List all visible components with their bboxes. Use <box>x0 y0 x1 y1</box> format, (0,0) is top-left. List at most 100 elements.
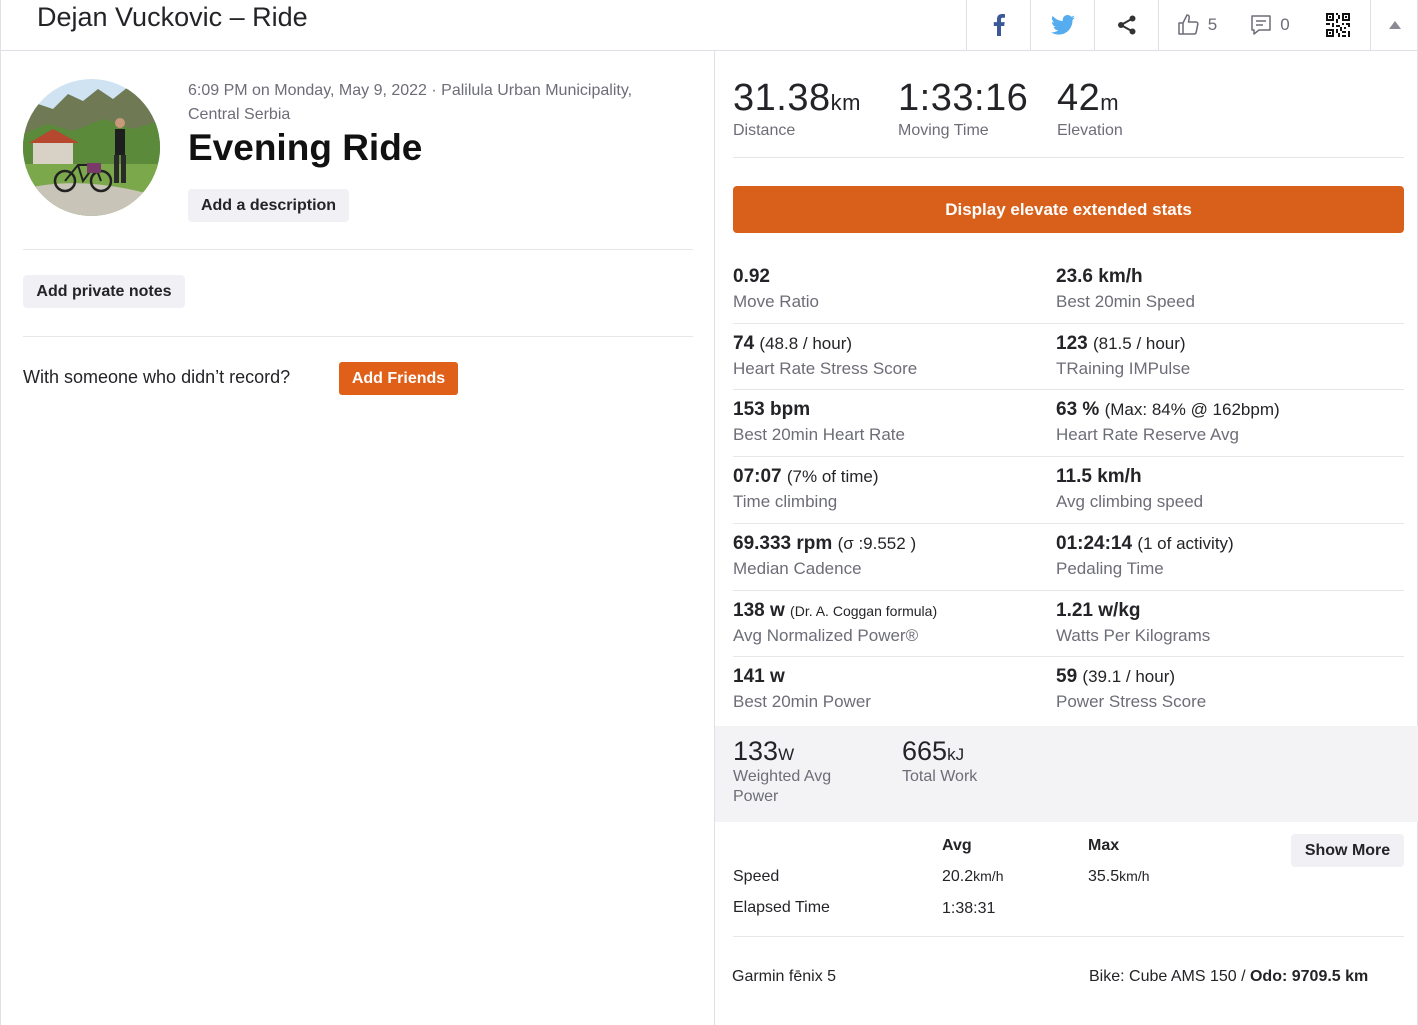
stat-weighted-avg-power: 133W Weighted Avg Power <box>733 736 831 807</box>
odo-label: Odo: <box>1249 968 1288 985</box>
kudos-button[interactable]: 5 <box>1158 0 1234 50</box>
power-stats-panel: 133W Weighted Avg Power 665kJ Total Work <box>715 726 1418 822</box>
add-private-notes-button[interactable]: Add private notes <box>23 275 185 308</box>
activity-title[interactable]: Evening Ride <box>188 127 422 169</box>
page-title: Dejan Vuckovic – Ride <box>37 2 308 32</box>
speed-avg: 20.2km/h <box>942 868 1003 886</box>
stat-value: 141 w <box>733 666 785 688</box>
divider <box>733 589 1404 591</box>
avatar-photo <box>23 79 160 216</box>
extended-stat: 11.5 km/h Avg climbing speed <box>1056 466 1386 512</box>
stat-label: Watts Per Kilograms <box>1056 625 1211 645</box>
stat-label: Move Ratio <box>733 292 819 311</box>
stat-value: 63 % <box>1056 399 1100 421</box>
stat-value: 31.38 <box>733 77 831 119</box>
stat-value: 665 <box>902 736 948 766</box>
stat-moving-time: 1:33:16 Moving Time <box>898 77 1028 140</box>
column-header-avg: Avg <box>942 837 972 854</box>
stat-unit: W <box>778 745 795 764</box>
stat-extra: (Max: 84% @ 162bpm) <box>1104 400 1280 420</box>
stat-value: 74 <box>733 332 755 354</box>
extended-stat: 59 (39.1 / hour) Power Stress Score <box>1056 666 1386 712</box>
stat-label: TRaining IMPulse <box>1056 358 1191 378</box>
divider <box>23 249 693 250</box>
activity-summary-panel: 6:09 PM on Monday, May 9, 2022 · Palilul… <box>0 51 715 1025</box>
stat-extra: (7% of time) <box>786 467 879 487</box>
qr-code-icon <box>1326 13 1350 37</box>
stat-distance: 31.38km Distance <box>733 77 861 140</box>
stat-label: Time climbing <box>733 492 838 512</box>
stat-label: Total Work <box>902 768 978 785</box>
divider <box>733 522 1404 524</box>
extended-stat: 123 (81.5 / hour) TRaining IMPulse <box>1056 333 1386 379</box>
extended-stat: 1.21 w/kg Watts Per Kilograms <box>1056 600 1386 646</box>
stat-label: Best 20min Power <box>733 692 871 712</box>
stat-unit: kJ <box>947 745 965 764</box>
facebook-share-button[interactable] <box>966 0 1030 50</box>
page-header: Dejan Vuckovic – Ride 5 0 <box>0 0 1418 51</box>
caret-up-icon <box>1388 21 1401 29</box>
comments-button[interactable]: 0 <box>1234 0 1306 50</box>
elapsed-time-avg: 1:38:31 <box>942 900 996 917</box>
stat-label: Best 20min Heart Rate <box>733 425 905 445</box>
stat-extra: (σ :9.552 ) <box>837 533 917 553</box>
elevate-extended-stats-button[interactable]: Display elevate extended stats <box>733 186 1404 233</box>
stat-elevation: 42m Elevation <box>1057 77 1123 140</box>
stat-value: 01:24:14 <box>1056 532 1133 554</box>
stat-label: Distance <box>733 122 796 139</box>
show-more-button[interactable]: Show More <box>1291 834 1404 867</box>
stat-label: Elevation <box>1057 122 1123 139</box>
divider <box>733 456 1404 458</box>
extended-stat: 69.333 rpm (σ :9.552 ) Median Cadence <box>733 533 1063 579</box>
speed-avg-value: 20.2 <box>942 868 974 885</box>
stat-value: 69.333 rpm <box>733 532 833 554</box>
with-someone-text: With someone who didn’t record? <box>23 367 291 387</box>
athlete-avatar[interactable] <box>23 79 160 216</box>
extended-stat: 0.92 Move Ratio <box>733 266 1063 312</box>
stat-value: 123 <box>1056 332 1088 354</box>
stat-value: 42 <box>1057 77 1101 119</box>
divider <box>733 389 1404 391</box>
stat-label: Avg Normalized Power® <box>733 625 919 645</box>
twitter-share-button[interactable] <box>1030 0 1094 50</box>
stat-value: 0.92 <box>733 266 770 287</box>
collapse-button[interactable] <box>1370 0 1418 50</box>
add-description-button[interactable]: Add a description <box>188 189 349 222</box>
share-button[interactable] <box>1094 0 1158 50</box>
stat-label: Avg climbing speed <box>1056 492 1204 512</box>
stat-unit: m <box>1100 90 1120 115</box>
stat-label: Moving Time <box>898 122 989 139</box>
extended-stat: 01:24:14 (1 of activity) Pedaling Time <box>1056 533 1386 579</box>
add-friends-button[interactable]: Add Friends <box>339 362 458 395</box>
stat-label: Power Stress Score <box>1056 692 1207 712</box>
qr-code-button[interactable] <box>1306 0 1370 50</box>
row-label-elapsed-time: Elapsed Time <box>733 899 830 916</box>
stat-value: 133 <box>733 736 779 766</box>
stat-value: 153 bpm <box>733 399 811 421</box>
stat-value: 1:33:16 <box>898 77 1029 119</box>
stat-label: Best 20min Speed <box>1056 292 1195 311</box>
stat-value: 11.5 km/h <box>1056 466 1142 488</box>
speed-max: 35.5km/h <box>1088 868 1149 886</box>
extended-stat: 63 % (Max: 84% @ 162bpm) Heart Rate Reser… <box>1056 399 1386 445</box>
stat-value: 1.21 w/kg <box>1056 599 1141 621</box>
facebook-icon <box>993 14 1005 36</box>
stat-label: Weighted Avg <box>733 768 832 785</box>
bike-name[interactable]: Bike: Cube AMS 150 / <box>1089 968 1250 985</box>
speed-avg-unit: km/h <box>973 868 1004 884</box>
stat-extra: (39.1 / hour) <box>1082 667 1176 687</box>
extended-stat: 153 bpm Best 20min Heart Rate <box>733 399 1063 445</box>
divider <box>23 336 693 337</box>
comments-count: 0 <box>1280 15 1290 34</box>
divider <box>733 936 1404 937</box>
bike-info: Bike: Cube AMS 150 / Odo: 9709.5 km <box>1089 968 1368 986</box>
extended-stat: 23.6 km/h Best 20min Speed <box>1056 266 1386 312</box>
extended-stat: 07:07 (7% of time) Time climbing <box>733 466 1063 512</box>
stat-label: Heart Rate Reserve Avg <box>1056 425 1239 445</box>
stat-value: 23.6 km/h <box>1056 266 1143 287</box>
stat-extra: (81.5 / hour) <box>1092 333 1186 353</box>
divider <box>733 157 1404 158</box>
extended-stat: 138 w (Dr. A. Coggan formula) Avg Normali… <box>733 600 1063 646</box>
kudos-count: 5 <box>1207 15 1218 34</box>
stat-total-work: 665kJ Total Work <box>902 736 977 787</box>
